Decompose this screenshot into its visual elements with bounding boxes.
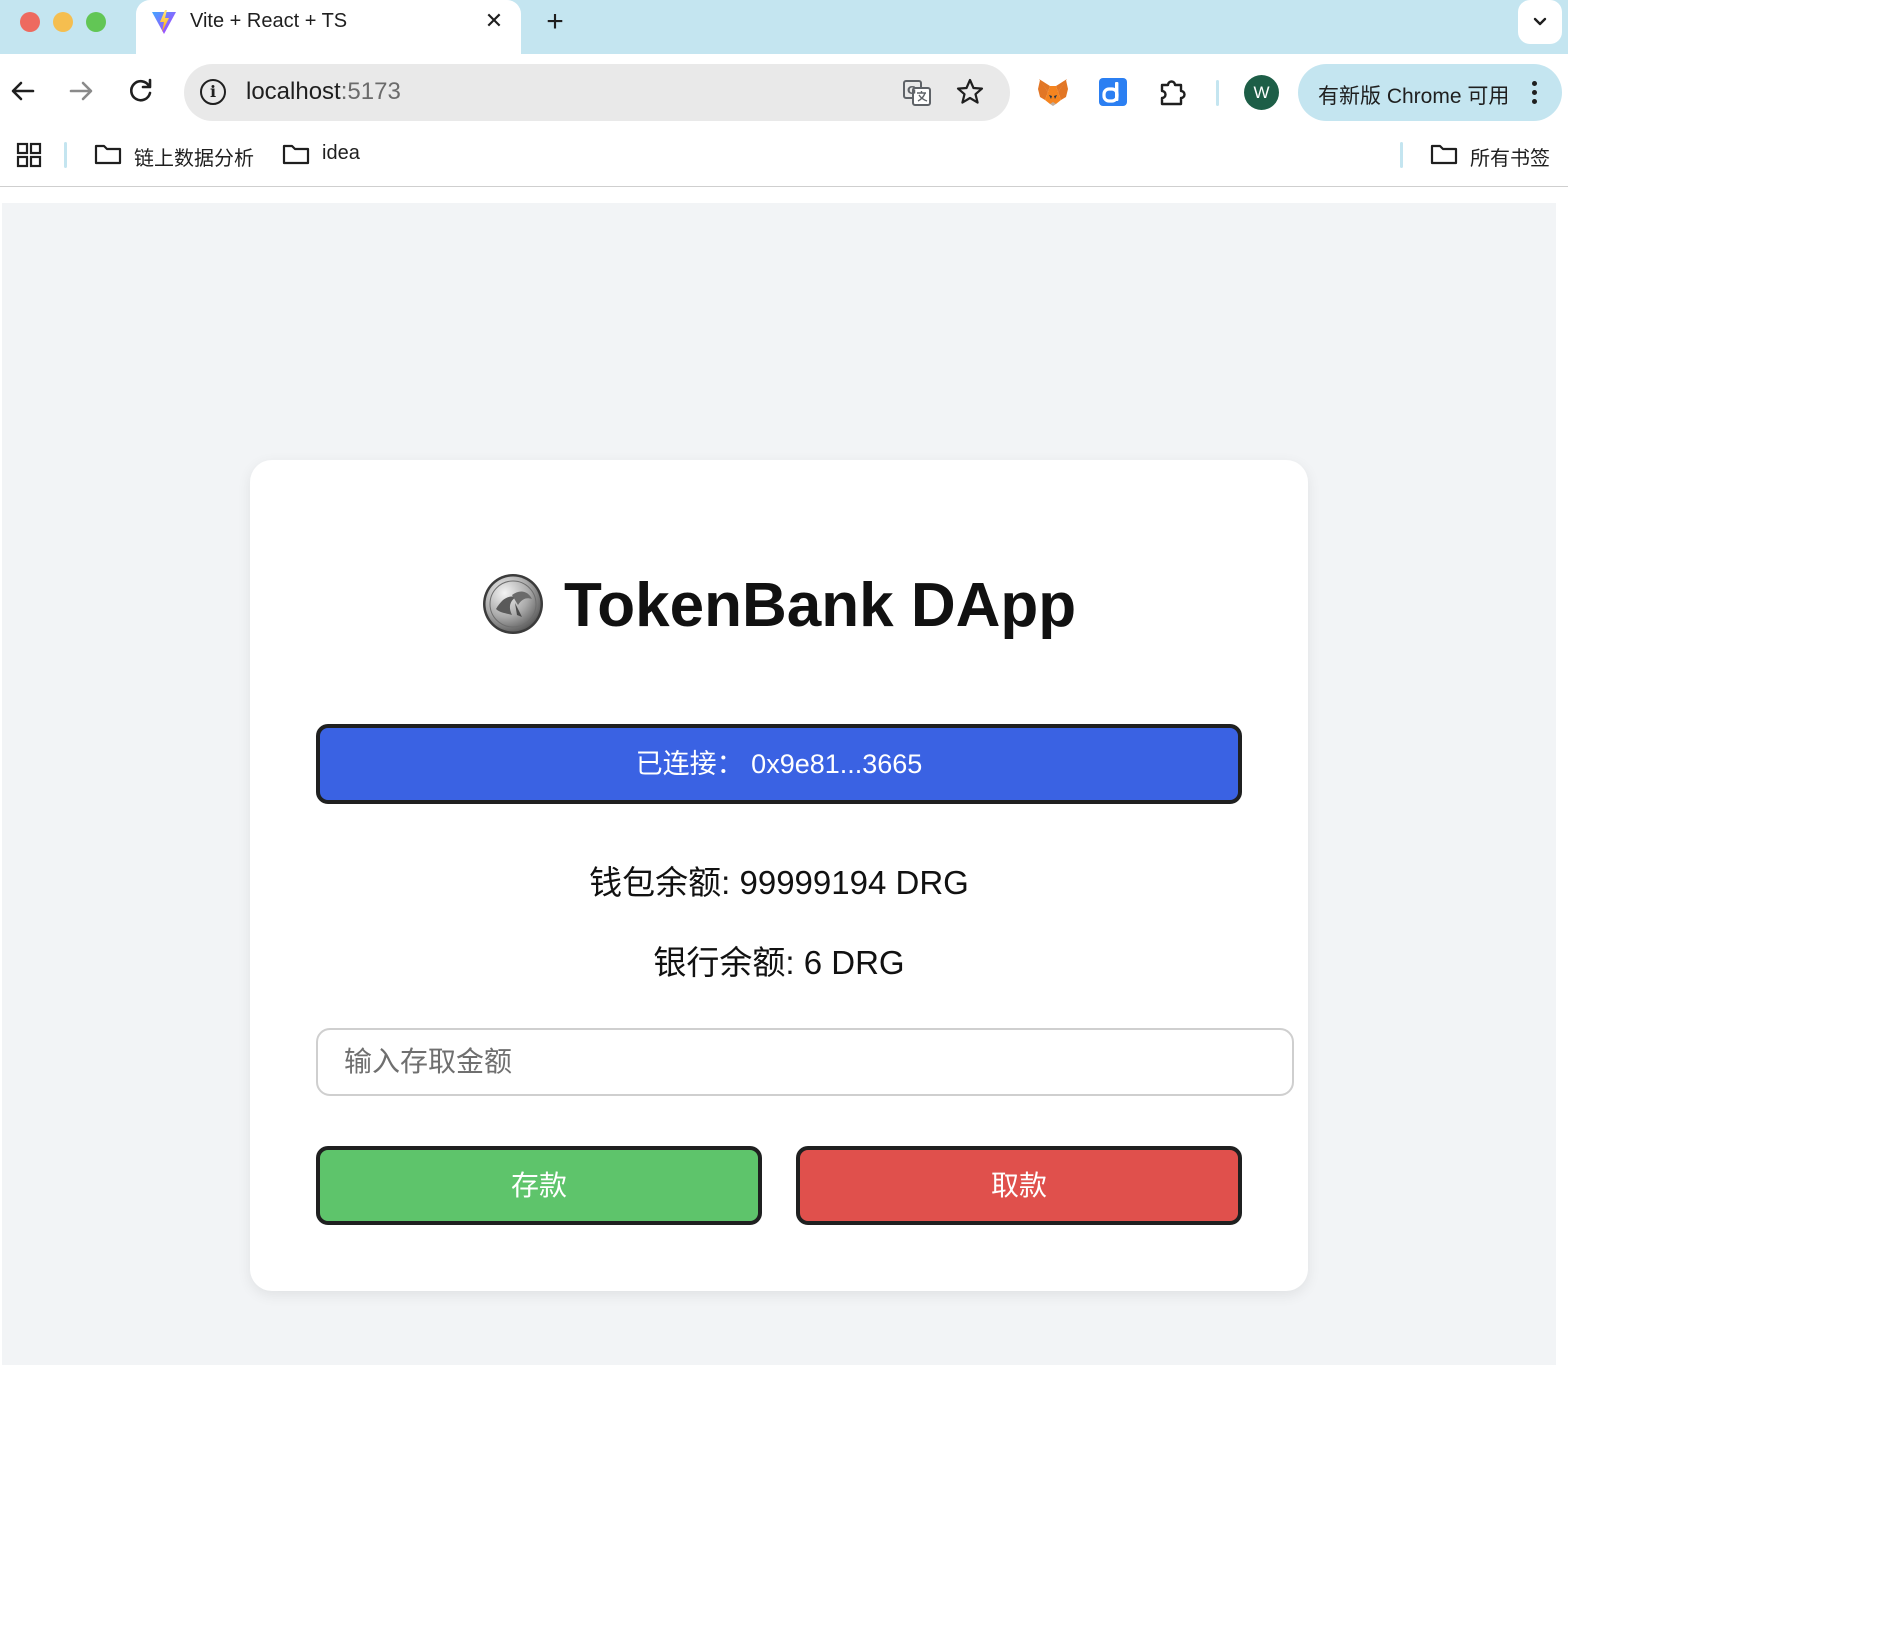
browser-toolbar: i localhost:5173 G W 有新版 Chrome 可用 xyxy=(0,54,1568,132)
tab-strip: Vite + React + TS ✕ + xyxy=(0,0,1568,54)
new-tab-button[interactable]: + xyxy=(540,4,570,40)
all-bookmarks-label: 所有书签 xyxy=(1470,148,1550,170)
reload-button[interactable] xyxy=(124,74,158,108)
bookmark-folder-idea[interactable]: idea xyxy=(282,138,372,170)
translate-icon[interactable]: G xyxy=(902,78,932,108)
metamask-fox-icon[interactable] xyxy=(1036,75,1070,109)
back-button[interactable] xyxy=(6,74,40,108)
chrome-update-label: 有新版 Chrome 可用 xyxy=(1318,85,1510,108)
toolbar-divider xyxy=(1216,80,1219,106)
tab-close-icon[interactable]: ✕ xyxy=(482,8,506,34)
address-bar[interactable]: i localhost:5173 G xyxy=(184,64,1010,121)
tab-title: Vite + React + TS xyxy=(190,10,348,32)
bookmarks-divider xyxy=(1400,142,1403,168)
profile-avatar[interactable]: W xyxy=(1244,75,1279,110)
minimize-window-button[interactable] xyxy=(53,12,73,32)
wallet-balance-text: 钱包余额: 99999194 DRG xyxy=(589,864,969,901)
bookmarks-bar: 链上数据分析 idea 所有书签 xyxy=(0,132,1568,187)
tokenbank-card: TokenBank DApp 已连接： 0x9e81...3665 钱包余额: … xyxy=(250,460,1308,1291)
bookmark-folder-chain-data[interactable]: 链上数据分析 xyxy=(94,138,264,170)
page-viewport: TokenBank DApp 已连接： 0x9e81...3665 钱包余额: … xyxy=(2,203,1556,1365)
bookmarks-divider xyxy=(64,142,67,168)
reload-icon xyxy=(129,78,152,102)
arrow-left-icon xyxy=(11,81,35,101)
url-text: localhost:5173 xyxy=(246,78,401,105)
tab-search-button[interactable] xyxy=(1518,0,1562,44)
deposit-button[interactable]: 存款 xyxy=(316,1146,762,1225)
page-title: TokenBank DApp xyxy=(564,571,1077,640)
amount-input[interactable] xyxy=(316,1028,1294,1096)
chrome-update-button[interactable]: 有新版 Chrome 可用 xyxy=(1298,64,1562,121)
site-info-icon[interactable]: i xyxy=(200,79,226,105)
tab-vite-react-ts[interactable]: Vite + React + TS ✕ xyxy=(136,0,521,54)
arrow-right-icon xyxy=(69,81,93,101)
vite-logo-icon xyxy=(152,10,176,34)
folder-icon xyxy=(94,144,122,165)
maximize-window-button[interactable] xyxy=(86,12,106,32)
bank-balance-text: 银行余额: 6 DRG xyxy=(653,944,905,981)
svg-text:G: G xyxy=(907,84,916,97)
bookmark-star-icon[interactable] xyxy=(954,76,986,108)
chevron-down-icon xyxy=(1533,17,1547,26)
withdraw-button[interactable]: 取款 xyxy=(796,1146,1242,1225)
apps-grid-icon[interactable] xyxy=(16,142,42,168)
folder-icon xyxy=(1430,144,1458,165)
d-extension-icon[interactable] xyxy=(1096,75,1130,109)
bookmark-label: 链上数据分析 xyxy=(134,148,254,170)
close-window-button[interactable] xyxy=(20,12,40,32)
wallet-connect-button[interactable]: 已连接： 0x9e81...3665 xyxy=(316,724,1242,804)
coin-icon xyxy=(483,574,543,634)
folder-icon xyxy=(282,144,310,165)
bookmark-label: idea xyxy=(322,142,360,164)
extensions-puzzle-icon[interactable] xyxy=(1156,75,1190,109)
forward-button[interactable] xyxy=(64,74,98,108)
more-menu-icon[interactable] xyxy=(1530,78,1538,108)
all-bookmarks-button[interactable]: 所有书签 xyxy=(1430,138,1560,170)
